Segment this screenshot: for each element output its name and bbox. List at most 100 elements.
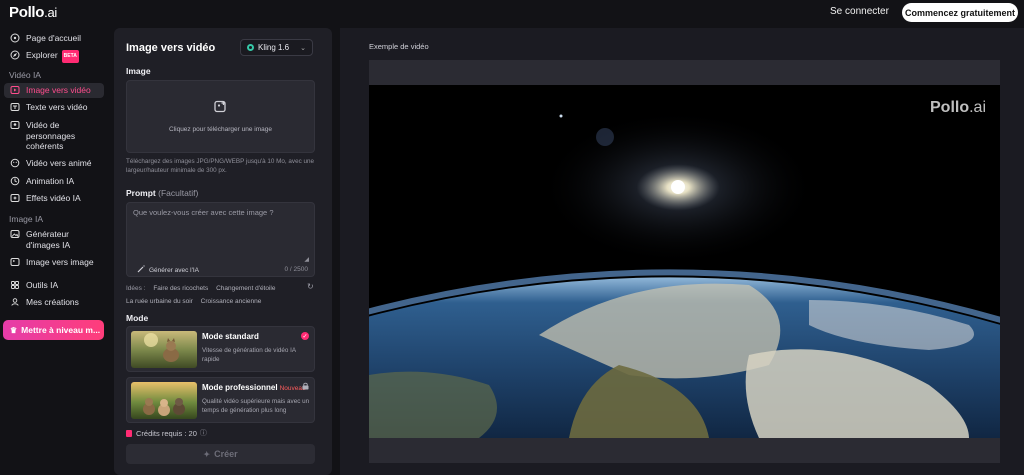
sidebar-item-my-creations[interactable]: Mes créations — [4, 295, 104, 310]
upgrade-label: Mettre à niveau m... — [21, 325, 101, 335]
prompt-box: ◢ Générer avec l'IA 0 / 2500 — [126, 202, 315, 277]
prompt-optional: (Facultatif) — [158, 188, 199, 198]
idea-chip[interactable]: Faire des ricochets — [153, 285, 208, 292]
chevron-down-icon: ⌄ — [300, 44, 306, 52]
sidebar-item-image-to-image[interactable]: Image vers image — [4, 255, 104, 270]
crown-icon: ♛ — [10, 325, 18, 335]
magic-wand-icon — [137, 265, 145, 275]
sidebar-item-video-effects[interactable]: Effets vidéo IA — [4, 191, 104, 206]
model-select[interactable]: Kling 1.6 ⌄ — [240, 39, 313, 56]
character-icon — [10, 120, 20, 130]
logo-text: Pollo — [9, 4, 45, 21]
sidebar-item-image-to-video[interactable]: Image vers vidéo — [4, 83, 104, 98]
beta-badge: BETA — [61, 50, 79, 63]
upgrade-button[interactable]: ♛ Mettre à niveau m... — [3, 320, 104, 340]
mode-card-standard[interactable]: Mode standard Vitesse de génération de v… — [126, 326, 315, 372]
logo-suffix: .ai — [44, 5, 58, 20]
upload-text: Cliquez pour télécharger une image — [169, 126, 272, 133]
professional-mode-thumbnail — [131, 382, 197, 419]
watermark-suffix: .ai — [969, 99, 987, 116]
upload-hint: Téléchargez des images JPG/PNG/WEBP jusq… — [126, 158, 314, 174]
start-free-button[interactable]: Commencez gratuitement — [902, 3, 1018, 22]
sidebar-item-label: Texte vers vidéo — [26, 102, 88, 112]
lock-icon — [302, 382, 309, 392]
image-image-icon — [10, 257, 20, 267]
generate-ai-label: Générer avec l'IA — [149, 266, 200, 274]
sidebar-item-label: Mes créations — [26, 297, 79, 307]
animation-icon — [10, 176, 20, 186]
credits-required: Crédits requis : 20 ⓘ — [126, 428, 207, 438]
panel-title: Image vers vidéo — [126, 42, 216, 54]
create-label: Créer — [214, 449, 238, 459]
logo[interactable]: Pollo.ai — [9, 4, 57, 21]
ideas-label: Idées : — [126, 285, 146, 292]
example-video[interactable] — [369, 85, 1000, 438]
sidebar-item-text-to-video[interactable]: Texte vers vidéo — [4, 100, 104, 115]
create-button[interactable]: ✦ Créer — [126, 444, 315, 464]
top-bar: Pollo.ai Se connecter Commencez gratuite… — [0, 0, 1024, 26]
sidebar-item-video-to-anime[interactable]: Vidéo vers animé — [4, 156, 104, 171]
sidebar-item-home[interactable]: Page d'accueil — [4, 31, 104, 46]
standard-mode-thumbnail — [131, 331, 197, 368]
idea-chip[interactable]: Changement d'étoile — [216, 285, 275, 292]
mode-description: Vitesse de génération de vidéo IA rapide — [202, 347, 296, 363]
image-upload-area[interactable]: Cliquez pour télécharger une image — [126, 80, 315, 153]
sidebar-item-label: Image vers image — [26, 257, 94, 267]
generation-panel: Image vers vidéo Kling 1.6 ⌄ Image Cliqu… — [114, 28, 332, 475]
upload-icon — [214, 100, 227, 118]
prompt-label: Prompt (Facultatif) — [126, 188, 198, 198]
char-counter: 0 / 2500 — [284, 266, 309, 273]
section-heading-image: Image IA — [9, 214, 44, 224]
sidebar-item-label: Page d'accueil — [26, 33, 82, 43]
watermark-text: Pollo — [930, 99, 970, 116]
model-name: Kling 1.6 — [258, 43, 290, 52]
section-heading-video: Vidéo IA — [9, 70, 41, 80]
sidebar-item-consistent-characters[interactable]: Vidéo de personnages cohérents — [4, 118, 104, 154]
idea-chip[interactable]: Croissance ancienne — [201, 298, 262, 305]
creations-icon — [10, 297, 20, 307]
mode-title: Mode professionnel Nouveau — [202, 383, 306, 392]
checkmark-icon: ✓ — [301, 332, 309, 340]
example-video-title: Exemple de vidéo — [369, 42, 429, 51]
sidebar-item-animation[interactable]: Animation IA — [4, 174, 104, 189]
mode-label: Mode — [126, 313, 149, 323]
mode-card-professional[interactable]: Mode professionnel Nouveau Qualité vidéo … — [126, 377, 315, 423]
idea-chip[interactable]: La ruée urbaine du soir — [126, 298, 193, 305]
prompt-input[interactable] — [127, 203, 314, 253]
image-gen-icon — [10, 229, 20, 239]
info-icon[interactable]: ⓘ — [200, 428, 207, 438]
mode-description: Qualité vidéo supérieure mais avec un te… — [202, 398, 310, 414]
text-video-icon — [10, 102, 20, 112]
sidebar-item-label: Outils IA — [26, 280, 59, 290]
credit-icon — [126, 429, 132, 437]
mode-title-text: Mode professionnel — [202, 383, 278, 392]
signin-link[interactable]: Se connecter — [830, 6, 889, 17]
credits-text: Crédits requis : 20 — [136, 428, 197, 438]
sidebar-item-label: Image vers vidéo — [26, 85, 91, 95]
anime-icon — [10, 158, 20, 168]
image-video-icon — [10, 85, 20, 95]
effects-icon — [10, 193, 20, 203]
home-icon — [10, 33, 20, 43]
sidebar-item-image-generator[interactable]: Générateur d'images IA — [4, 227, 104, 252]
video-watermark: Pollo.ai — [930, 99, 986, 117]
ideas-row: Idées : Faire des ricochets Changement d… — [126, 282, 326, 308]
tools-icon — [10, 280, 20, 290]
sidebar-item-label: Vidéo de personnages cohérents — [26, 120, 76, 151]
sparkle-icon: ✦ — [203, 449, 211, 459]
refresh-ideas-icon[interactable]: ↻ — [307, 282, 314, 291]
sidebar: Page d'accueil Explorer BETA Vidéo IA Im… — [0, 28, 108, 475]
image-label: Image — [126, 66, 151, 76]
compass-icon — [10, 50, 20, 60]
sidebar-item-label: Explorer — [26, 50, 58, 60]
mode-title: Mode standard — [202, 332, 259, 341]
sidebar-item-label: Effets vidéo IA — [26, 193, 81, 203]
sidebar-item-label: Animation IA — [26, 176, 75, 186]
sidebar-item-label: Vidéo vers animé — [26, 158, 92, 168]
generate-with-ai-button[interactable]: Générer avec l'IA — [137, 265, 199, 275]
resize-handle-icon[interactable]: ◢ — [304, 256, 309, 263]
kling-icon — [247, 44, 254, 51]
sidebar-item-explorer[interactable]: Explorer BETA — [4, 48, 104, 65]
sidebar-item-ai-tools[interactable]: Outils IA — [4, 278, 104, 293]
sidebar-item-label: Générateur d'images IA — [26, 229, 71, 250]
